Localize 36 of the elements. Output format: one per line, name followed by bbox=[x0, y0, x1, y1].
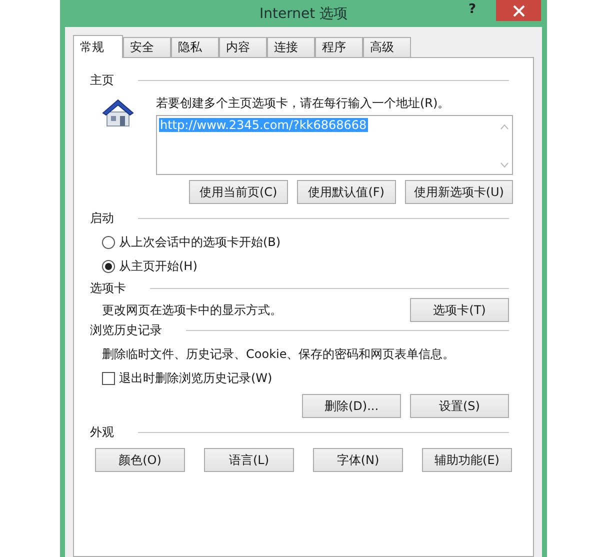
radio-button[interactable] bbox=[102, 260, 115, 272]
tab[interactable]: 连接 bbox=[267, 37, 315, 57]
section-heading: 主页 bbox=[90, 72, 114, 88]
button[interactable]: 删除(D)... bbox=[302, 394, 401, 418]
description-text: 若要创建多个主页选项卡，请在每行输入一个地址(R)。 bbox=[156, 95, 451, 111]
button[interactable]: 设置(S) bbox=[410, 394, 509, 418]
close-icon bbox=[512, 4, 524, 16]
description-text: 更改网页在选项卡中的显示方式。 bbox=[102, 302, 282, 318]
house-icon bbox=[102, 98, 134, 128]
tab[interactable]: 高级 bbox=[363, 37, 411, 57]
section-heading: 启动 bbox=[90, 210, 114, 226]
section-heading: 外观 bbox=[90, 424, 114, 440]
section-heading: 选项卡 bbox=[90, 280, 126, 296]
tab[interactable]: 安全 bbox=[123, 37, 171, 57]
button[interactable]: 字体(N) bbox=[313, 448, 403, 472]
button[interactable]: 辅助功能(E) bbox=[422, 448, 512, 472]
checkbox-label: 退出时删除浏览历史记录(W) bbox=[119, 370, 272, 386]
button[interactable]: 语言(L) bbox=[204, 448, 294, 472]
button[interactable]: 使用新选项卡(U) bbox=[404, 180, 513, 204]
checkbox[interactable] bbox=[102, 372, 115, 384]
button[interactable]: 使用当前页(C) bbox=[188, 180, 288, 204]
tab[interactable]: 内容 bbox=[219, 37, 267, 57]
button[interactable]: 颜色(O) bbox=[95, 448, 185, 472]
radio-label: 从主页开始(H) bbox=[119, 258, 198, 274]
radio-button[interactable] bbox=[102, 236, 115, 248]
description-text: 删除临时文件、历史记录、Cookie、保存的密码和网页表单信息。 bbox=[102, 347, 455, 361]
close-button[interactable] bbox=[496, 0, 541, 21]
tab[interactable]: 常规 bbox=[73, 35, 123, 58]
radio-label: 从上次会话中的选项卡开始(B) bbox=[119, 234, 281, 250]
section-heading: 浏览历史记录 bbox=[90, 322, 162, 338]
window-title: Internet 选项 bbox=[259, 5, 348, 23]
button[interactable]: 使用默认值(F) bbox=[296, 180, 396, 204]
tab[interactable]: 程序 bbox=[315, 37, 363, 57]
button[interactable]: 选项卡(T) bbox=[410, 298, 509, 322]
tab[interactable]: 隐私 bbox=[171, 37, 219, 57]
help-button[interactable]: ? bbox=[465, 2, 479, 17]
